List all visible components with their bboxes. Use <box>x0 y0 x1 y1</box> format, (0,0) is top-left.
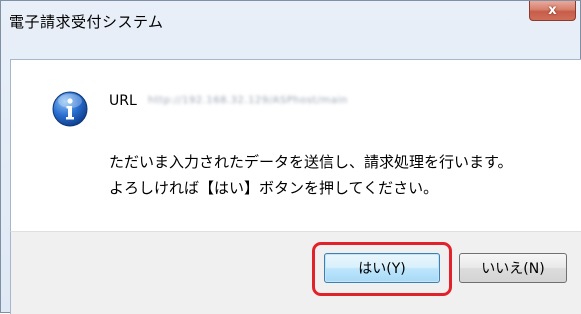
message-text: ただいま入力されたデータを送信し、請求処理を行います。 よろしければ【はい】ボタ… <box>109 149 513 201</box>
url-value: http://192.168.32.129/ASPhost/main <box>148 95 348 106</box>
window-title: 電子請求受付システム <box>9 13 164 31</box>
dialog-window: 電子請求受付システム x URL http://192.168.32.129/A… <box>0 0 581 314</box>
highlight-annotation <box>312 242 452 296</box>
message-line-1: ただいま入力されたデータを送信し、請求処理を行います。 <box>109 153 513 171</box>
title-bar[interactable]: 電子請求受付システム x <box>1 1 581 41</box>
close-icon: x <box>548 3 557 18</box>
info-icon <box>52 91 88 127</box>
url-label: URL <box>109 93 137 109</box>
message-line-2: よろしければ【はい】ボタンを押してください。 <box>109 179 439 197</box>
close-button[interactable]: x <box>529 1 576 21</box>
no-button[interactable]: いいえ(N) <box>459 253 567 283</box>
